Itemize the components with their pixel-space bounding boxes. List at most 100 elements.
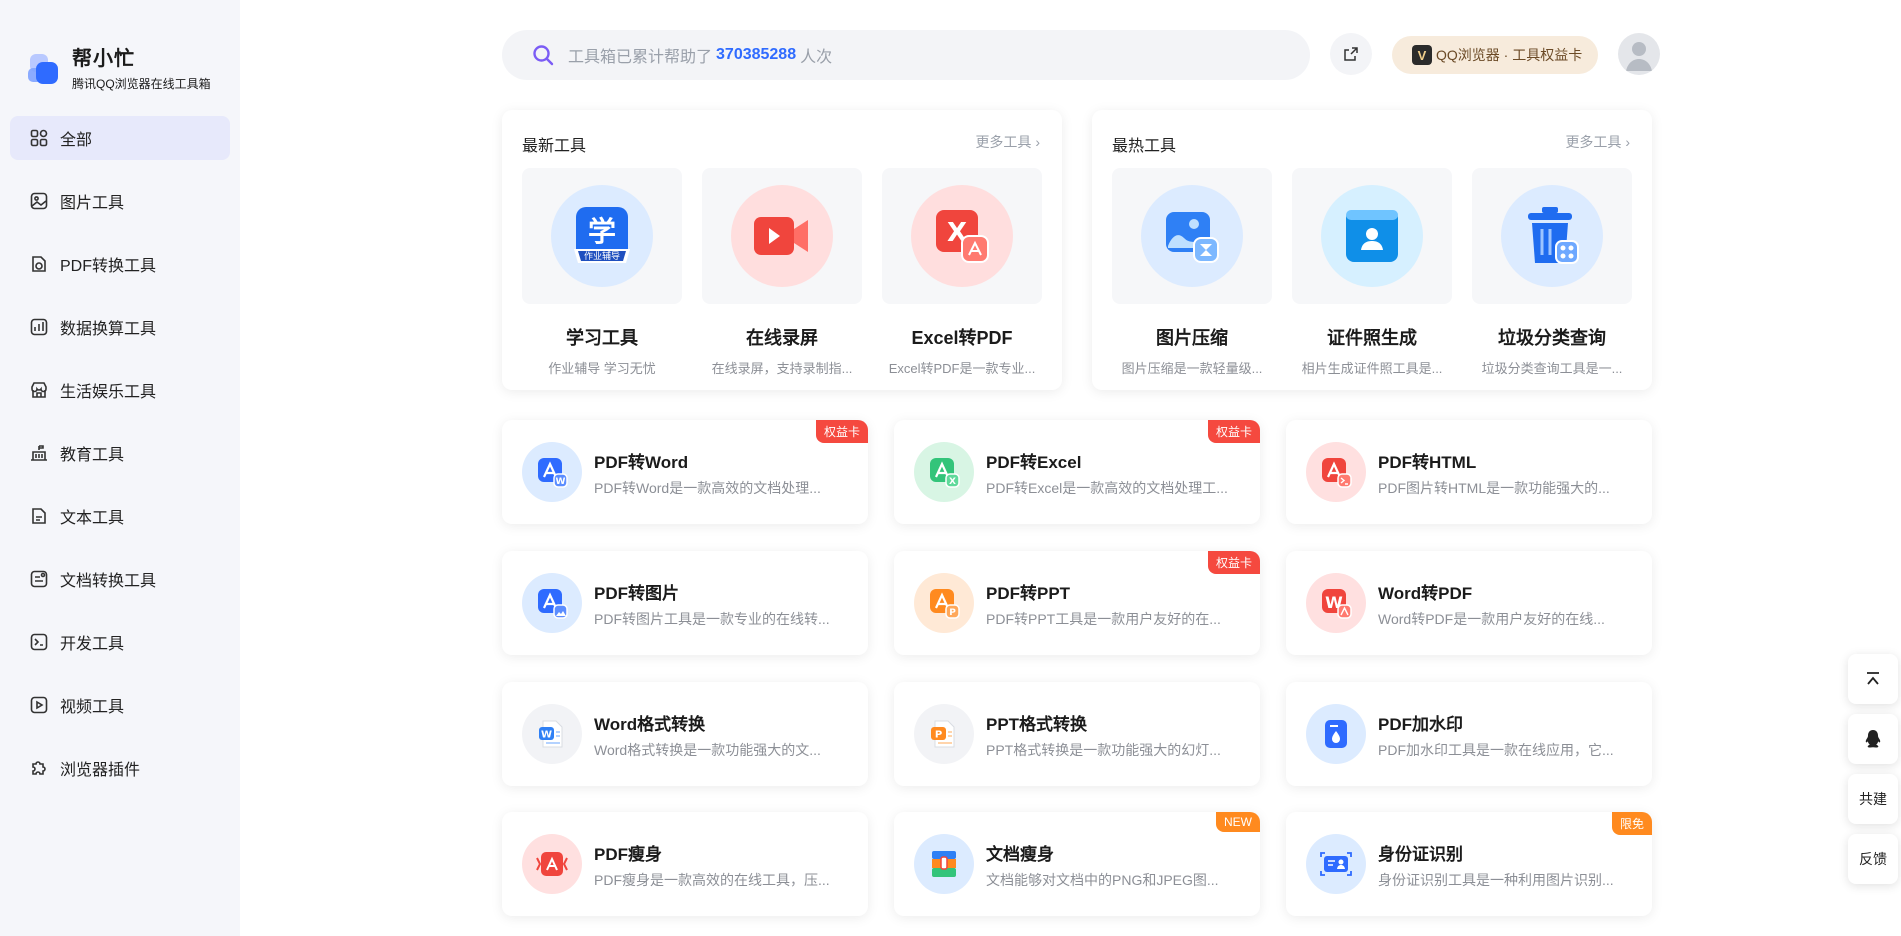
sidebar-item-browser-plugins[interactable]: 浏览器插件: [10, 746, 230, 790]
sidebar-item-life-tools[interactable]: 生活娱乐工具: [10, 368, 230, 412]
svg-text:X: X: [949, 477, 956, 487]
sidebar-item-label: 视频工具: [60, 699, 125, 716]
pdf-to-word-icon: W: [522, 442, 582, 502]
badge-benefit-card: 权益卡: [1207, 551, 1260, 574]
badge-new: NEW: [1216, 812, 1260, 832]
word-to-pdf-icon: W: [1306, 573, 1366, 633]
pdf-to-excel-icon: X: [914, 442, 974, 502]
sidebar-item-label: 数据换算工具: [60, 321, 157, 338]
search-icon: [532, 44, 554, 66]
feature-tool-card[interactable]: X Excel转PDF Excel转PDF是一款专业...: [882, 168, 1042, 377]
feature-tool-card[interactable]: 图片压缩 图片压缩是一款轻量级...: [1112, 168, 1272, 377]
sidebar-item-data-tools[interactable]: 数据换算工具: [10, 305, 230, 349]
pdf-to-html-icon: [1306, 442, 1366, 502]
tool-desc: Word转PDF是一款用户友好的在线...: [1378, 611, 1605, 627]
avatar[interactable]: [1618, 33, 1660, 75]
tool-desc: Word格式转换是一款功能强大的文...: [594, 742, 821, 758]
vip-icon: V: [1412, 45, 1432, 65]
pdf-to-image-icon: [522, 573, 582, 633]
search-suffix: 人次: [800, 49, 833, 66]
chevron-right-icon: ›: [1035, 134, 1040, 150]
feature-tool-card[interactable]: 垃圾分类查询 垃圾分类查询工具是一...: [1472, 168, 1632, 377]
sidebar-item-text-tools[interactable]: 文本工具: [10, 494, 230, 538]
sidebar-item-video-tools[interactable]: 视频工具: [10, 683, 230, 727]
sidebar-item-pdf-tools[interactable]: PDF转换工具: [10, 242, 230, 286]
feature-tool-card[interactable]: 证件照生成 相片生成证件照工具是...: [1292, 168, 1452, 377]
tool-card[interactable]: PDF加水印 PDF加水印工具是一款在线应用，它...: [1286, 682, 1652, 786]
tool-card[interactable]: PDF转HTML PDF图片转HTML是一款功能强大的...: [1286, 420, 1652, 524]
tool-card[interactable]: 身份证识别 身份证识别工具是一种利用图片识别... 限免: [1286, 812, 1652, 916]
tool-card[interactable]: P PPT格式转换 PPT格式转换是一款功能强大的幻灯...: [894, 682, 1260, 786]
tool-card[interactable]: W PDF转Word PDF转Word是一款高效的文档处理... 权益卡: [502, 420, 868, 524]
qq-penguin-icon: [1864, 729, 1882, 749]
feature-name: 学习工具: [566, 328, 638, 348]
sidebar: 帮小忙 腾讯QQ浏览器在线工具箱 全部 图片工具 PDF转换工具 数据换算工具 …: [0, 0, 240, 936]
feature-desc: 在线录屏，支持录制指...: [711, 361, 853, 376]
trash-sort-icon: [1501, 185, 1603, 287]
svg-text:P: P: [935, 730, 942, 741]
feature-name: 垃圾分类查询: [1498, 328, 1606, 348]
tool-card[interactable]: P PDF转PPT PDF转PPT工具是一款用户友好的在... 权益卡: [894, 551, 1260, 655]
tool-card[interactable]: PDF转图片 PDF转图片工具是一款专业的在线转...: [502, 551, 868, 655]
feature-name: 证件照生成: [1327, 328, 1417, 348]
sidebar-item-doc-convert-tools[interactable]: 文档转换工具: [10, 557, 230, 601]
more-tools-link[interactable]: 更多工具 ›: [975, 132, 1040, 152]
excel-to-pdf-icon: X: [911, 185, 1013, 287]
cobuild-button[interactable]: 共建: [1848, 774, 1898, 824]
badge-benefit-card: 权益卡: [1207, 420, 1260, 443]
sidebar-item-label: 教育工具: [60, 447, 125, 464]
logo[interactable]: 帮小忙 腾讯QQ浏览器在线工具箱: [28, 42, 211, 92]
feature-desc: 相片生成证件照工具是...: [1301, 361, 1443, 376]
tool-card[interactable]: X PDF转Excel PDF转Excel是一款高效的文档处理工... 权益卡: [894, 420, 1260, 524]
sidebar-item-dev-tools[interactable]: 开发工具: [10, 620, 230, 664]
tool-desc: PDF瘦身是一款高效的在线工具，压...: [594, 872, 830, 888]
tool-title: PPT格式转换: [986, 715, 1088, 734]
search-bar[interactable]: 工具箱已累计帮助了 370385288 人次: [502, 30, 1310, 80]
feature-desc: 作业辅导 学习无忧: [548, 361, 656, 376]
sidebar-item-label: 全部: [60, 132, 93, 149]
pdf-icon: [30, 255, 48, 273]
sidebar-item-label: 浏览器插件: [60, 762, 141, 779]
search-prefix: 工具箱已累计帮助了: [568, 49, 713, 66]
tool-desc: 身份证识别工具是一种利用图片识别...: [1378, 872, 1614, 888]
puzzle-icon: [30, 759, 48, 777]
sidebar-item-label: 文本工具: [60, 510, 125, 527]
feature-name: 图片压缩: [1156, 328, 1228, 348]
tool-desc: PPT格式转换是一款功能强大的幻灯...: [986, 742, 1221, 758]
chart-icon: [30, 318, 48, 336]
share-button[interactable]: [1330, 33, 1372, 75]
feedback-button[interactable]: 反馈: [1848, 834, 1898, 884]
tool-title: Word转PDF: [1378, 584, 1473, 603]
feature-tool-card[interactable]: 在线录屏 在线录屏，支持录制指...: [702, 168, 862, 377]
pdf-to-ppt-icon: P: [914, 573, 974, 633]
tool-card[interactable]: W Word格式转换 Word格式转换是一款功能强大的文...: [502, 682, 868, 786]
feature-desc: 垃圾分类查询工具是一...: [1481, 361, 1623, 376]
back-to-top-button[interactable]: [1848, 654, 1898, 704]
feature-tool-card[interactable]: 学作业辅导 学习工具 作业辅导 学习无忧: [522, 168, 682, 377]
vip-label: QQ浏览器 · 工具权益卡: [1436, 47, 1583, 63]
tool-title: PDF转PPT: [986, 584, 1071, 603]
vip-card-button[interactable]: V QQ浏览器 · 工具权益卡: [1392, 36, 1598, 74]
tool-desc: PDF转Word是一款高效的文档处理...: [594, 480, 821, 496]
tool-card[interactable]: 文档瘦身 文档能够对文档中的PNG和JPEG图... NEW: [894, 812, 1260, 916]
tool-desc: PDF图片转HTML是一款功能强大的...: [1378, 480, 1610, 496]
search-count: 370385288: [716, 46, 797, 63]
back-to-top-icon: [1864, 670, 1882, 688]
more-tools-link[interactable]: 更多工具 ›: [1565, 132, 1630, 152]
svg-text:W: W: [541, 730, 552, 741]
tool-card[interactable]: PDF瘦身 PDF瘦身是一款高效的在线工具，压...: [502, 812, 868, 916]
text-file-icon: [30, 507, 48, 525]
sidebar-item-education-tools[interactable]: 教育工具: [10, 431, 230, 475]
qq-contact-button[interactable]: [1848, 714, 1898, 764]
cobuild-label: 共建: [1859, 791, 1887, 807]
sidebar-item-image-tools[interactable]: 图片工具: [10, 179, 230, 223]
tool-desc: PDF转Excel是一款高效的文档处理工...: [986, 480, 1228, 496]
terminal-icon: [30, 633, 48, 651]
tool-card[interactable]: W Word转PDF Word转PDF是一款用户友好的在线...: [1286, 551, 1652, 655]
badge-benefit-card: 权益卡: [815, 420, 868, 443]
logo-icon: [28, 50, 58, 84]
tool-desc: PDF转PPT工具是一款用户友好的在...: [986, 611, 1221, 627]
school-icon: [30, 444, 48, 462]
grid-icon: [30, 129, 48, 147]
sidebar-item-all[interactable]: 全部: [10, 116, 230, 160]
